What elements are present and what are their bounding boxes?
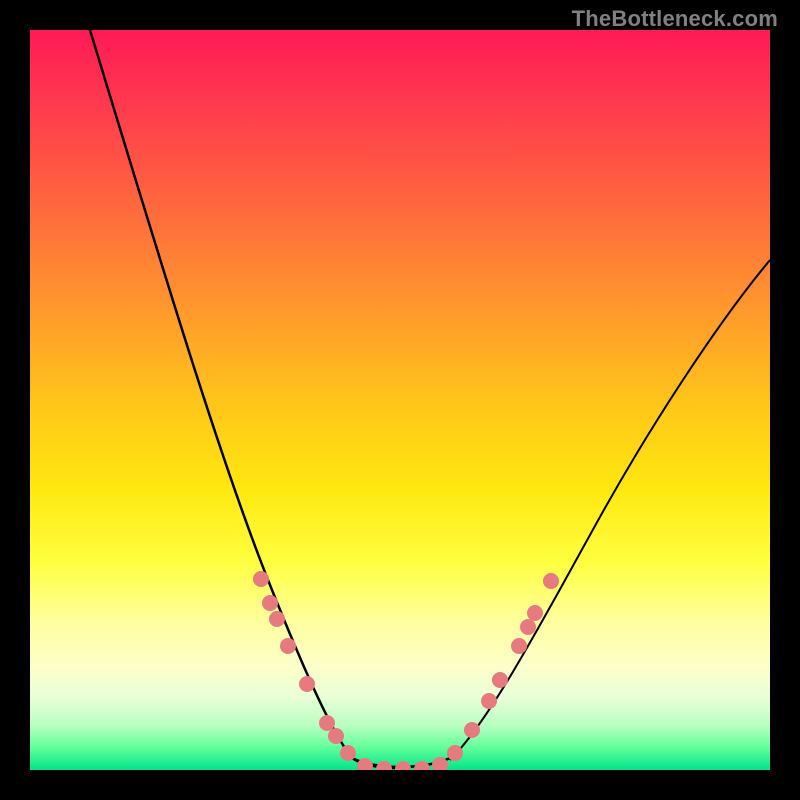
scatter-dot — [269, 611, 285, 627]
scatter-dot — [481, 693, 497, 709]
scatter-dot — [319, 715, 335, 731]
curve-left-branch — [90, 30, 395, 768]
scatter-dot — [520, 619, 536, 635]
scatter-dot — [299, 676, 315, 692]
scatter-dot — [492, 672, 508, 688]
scatter-dot — [328, 728, 344, 744]
scatter-dot — [527, 605, 543, 621]
curve-layer — [30, 30, 770, 770]
scatter-dot — [511, 638, 527, 654]
scatter-dot — [464, 722, 480, 738]
scatter-dot — [543, 573, 559, 589]
scatter-dot — [253, 571, 269, 587]
scatter-dot — [395, 761, 411, 770]
scatter-dot — [340, 745, 356, 761]
scatter-dot — [447, 745, 463, 761]
plot-area — [30, 30, 770, 770]
outer-frame: TheBottleneck.com — [0, 0, 800, 800]
scatter-dot — [357, 758, 373, 770]
watermark-text: TheBottleneck.com — [572, 6, 778, 32]
scatter-dot — [414, 761, 430, 770]
scatter-dot — [376, 761, 392, 770]
scatter-dot — [280, 638, 296, 654]
scatter-dot — [262, 595, 278, 611]
